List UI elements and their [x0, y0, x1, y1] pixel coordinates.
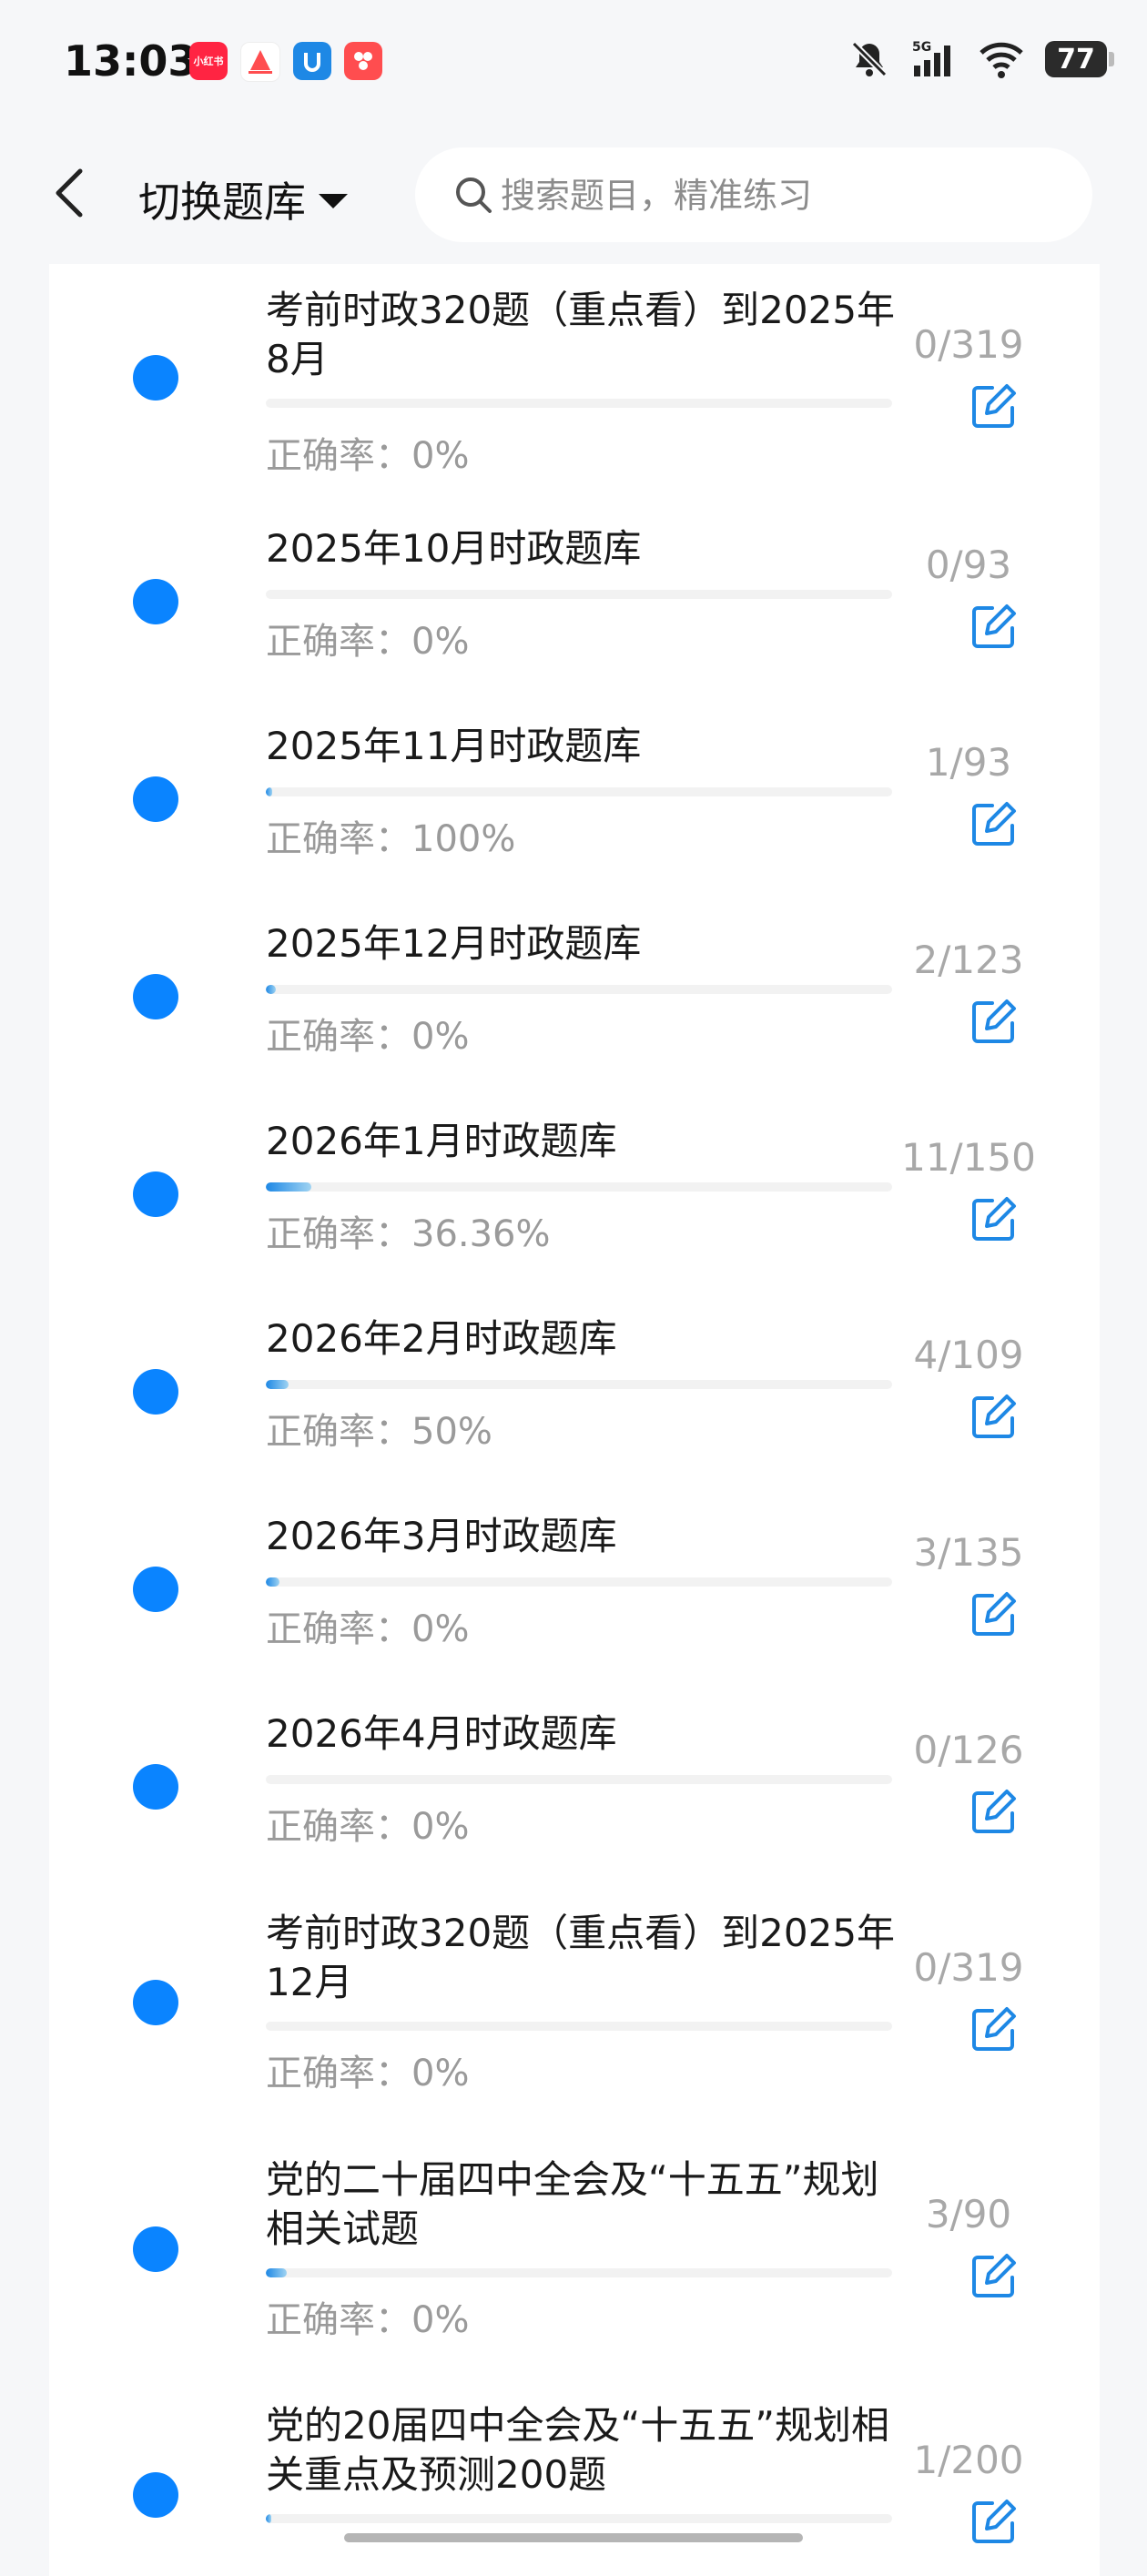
- back-icon[interactable]: [49, 164, 89, 222]
- progress-bar: [266, 787, 892, 796]
- accuracy-text: 正确率：0%: [266, 2299, 470, 2341]
- edit-icon[interactable]: [969, 2496, 1020, 2547]
- edit-icon[interactable]: [969, 1588, 1020, 1639]
- accuracy-text: 正确率：100%: [266, 818, 516, 860]
- bank-dot: [133, 1171, 178, 1217]
- bank-title: 党的二十届四中全会及“十五五”规划相关试题: [266, 2157, 879, 2251]
- progress-fill: [266, 2268, 287, 2277]
- app-blue-icon: [293, 42, 331, 80]
- progress-fill: [266, 787, 273, 796]
- progress-count: 0/319: [913, 322, 1024, 367]
- svg-text:5G: 5G: [912, 40, 931, 55]
- battery-indicator: 77: [1045, 41, 1114, 77]
- progress-bar: [266, 1182, 892, 1192]
- bank-dot: [133, 355, 178, 401]
- status-indicators: 5G 77: [848, 38, 1114, 80]
- bank-title: 党的20届四中全会及“十五五”规划相关重点及预测200题: [266, 2403, 889, 2497]
- progress-count: 0/126: [913, 1728, 1024, 1772]
- bank-title: 2026年2月时政题库: [266, 1316, 617, 1361]
- progress-bar: [266, 985, 892, 994]
- bank-dot: [133, 1369, 178, 1415]
- accuracy-text: 正确率：0%: [266, 435, 470, 477]
- bank-title: 2025年12月时政题库: [266, 921, 642, 966]
- bank-title: 2025年11月时政题库: [266, 724, 642, 768]
- search-icon: [456, 177, 492, 213]
- progress-count: 1/93: [925, 740, 1012, 785]
- bank-dot: [133, 1980, 178, 2025]
- bank-title: 考前时政320题（重点看）到2025年12月: [266, 1911, 896, 2004]
- progress-fill: [266, 985, 277, 994]
- accuracy-text: 正确率：0%: [266, 2053, 470, 2094]
- progress-fill: [266, 1380, 289, 1389]
- progress-count: 3/135: [913, 1530, 1024, 1575]
- accuracy-text: 正确率：50%: [266, 1411, 492, 1453]
- bank-dot: [133, 974, 178, 1019]
- progress-fill: [266, 1577, 280, 1587]
- progress-fill: [266, 2514, 272, 2523]
- bell-muted-icon: [851, 41, 888, 77]
- caret-down-icon: [319, 194, 348, 208]
- bank-dot: [133, 2472, 178, 2518]
- accuracy-text: 正确率：0%: [266, 621, 470, 663]
- bank-dot: [133, 1764, 178, 1810]
- switch-bank-label: 切换题库: [138, 177, 306, 227]
- cellular-signal-icon: 5G: [912, 40, 950, 76]
- app-red-icon: [344, 42, 382, 80]
- home-indicator[interactable]: [344, 2533, 803, 2542]
- search-input[interactable]: [499, 171, 1049, 220]
- bank-title: 2026年4月时政题库: [266, 1711, 617, 1756]
- progress-count: 0/93: [925, 543, 1012, 587]
- progress-count: 0/319: [913, 1945, 1024, 1990]
- question-bank-list: 考前时政320题（重点看）到2025年8月 正确率：0% 0/319 2025年…: [49, 264, 1100, 2576]
- progress-bar: [266, 2268, 892, 2277]
- progress-count: 1/200: [913, 2438, 1024, 2482]
- progress-bar: [266, 1775, 892, 1784]
- edit-icon[interactable]: [969, 2250, 1020, 2301]
- app-boat-icon: [240, 42, 280, 82]
- edit-icon[interactable]: [969, 798, 1020, 849]
- edit-icon[interactable]: [969, 2003, 1020, 2054]
- bank-title: 2025年10月时政题库: [266, 526, 642, 571]
- accuracy-text: 正确率：0%: [266, 1016, 470, 1058]
- accuracy-text: 正确率：0%: [266, 1608, 470, 1650]
- progress-count: 11/150: [901, 1135, 1036, 1180]
- progress-bar: [266, 2022, 892, 2031]
- bank-title: 2026年1月时政题库: [266, 1119, 617, 1163]
- bank-title: 考前时政320题（重点看）到2025年8月: [266, 288, 896, 381]
- edit-icon[interactable]: [969, 1391, 1020, 1442]
- progress-fill: [266, 1182, 312, 1192]
- switch-bank-dropdown[interactable]: 切换题库: [138, 169, 348, 229]
- edit-icon[interactable]: [969, 996, 1020, 1047]
- wifi-icon: [980, 42, 1023, 78]
- status-time: 13:03: [64, 36, 198, 86]
- progress-bar: [266, 1380, 892, 1389]
- accuracy-text: 正确率：36.36%: [266, 1213, 551, 1255]
- progress-bar: [266, 399, 892, 408]
- edit-icon[interactable]: [969, 601, 1020, 652]
- progress-count: 4/109: [913, 1333, 1024, 1377]
- bank-dot: [133, 579, 178, 624]
- edit-icon[interactable]: [969, 1193, 1020, 1244]
- accuracy-text: 正确率：0%: [266, 1806, 470, 1848]
- search-bar[interactable]: [415, 147, 1092, 242]
- progress-bar: [266, 590, 892, 599]
- progress-bar: [266, 1577, 892, 1587]
- bank-dot: [133, 1567, 178, 1612]
- bank-dot: [133, 2226, 178, 2272]
- edit-icon[interactable]: [969, 1786, 1020, 1837]
- progress-count: 3/90: [925, 2192, 1012, 2236]
- bank-title: 2026年3月时政题库: [266, 1514, 617, 1558]
- bank-dot: [133, 776, 178, 822]
- status-bar: 13:03 小红书 5G 77: [0, 0, 1147, 127]
- edit-icon[interactable]: [969, 380, 1020, 431]
- progress-bar: [266, 2514, 892, 2523]
- progress-count: 2/123: [913, 938, 1024, 982]
- notification-app-icons: 小红书: [189, 42, 382, 82]
- xiaohongshu-icon: 小红书: [189, 42, 228, 80]
